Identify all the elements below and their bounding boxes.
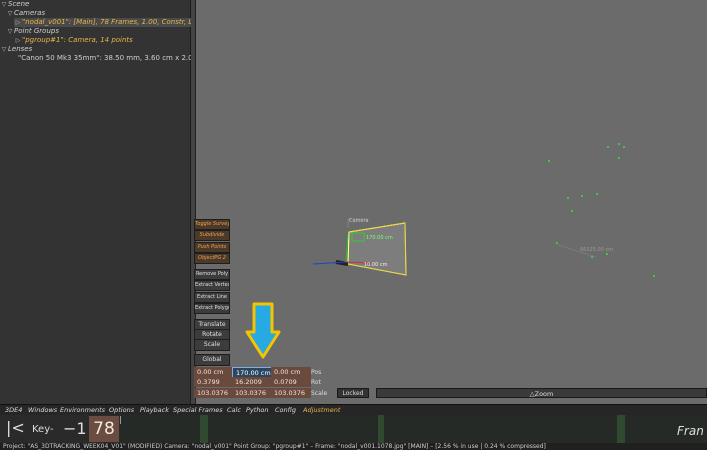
go-to-start-button[interactable]: |<: [6, 418, 25, 437]
menu-environments[interactable]: Environments: [60, 406, 105, 415]
menu-python[interactable]: Python: [246, 406, 269, 415]
rot-y-field[interactable]: 16.2009: [232, 377, 272, 387]
expand-triangle-icon[interactable]: ▽: [0, 45, 8, 54]
pos-z-field[interactable]: 0.00 cm: [271, 367, 311, 377]
menu-calc[interactable]: Calc: [227, 406, 241, 415]
tree-item-camera-nodal[interactable]: ▷ "nodal_v001": [Main], 78 Frames, 1.00, …: [14, 18, 205, 27]
collapsed-triangle-icon[interactable]: ▷: [14, 36, 22, 45]
keyframe-marker: [378, 415, 384, 443]
pos-x-field[interactable]: 0.00 cm: [194, 367, 233, 377]
tree-row-cameras[interactable]: ▽ Cameras: [6, 9, 197, 18]
tree-row-scene[interactable]: ▽ Scene: [0, 0, 191, 9]
expand-triangle-icon[interactable]: ▽: [6, 27, 14, 36]
menu-config[interactable]: Config: [275, 406, 296, 415]
tree-row-lenses[interactable]: ▽ Lenses: [0, 45, 191, 54]
frame-label: Fran: [677, 424, 704, 438]
camera-label: Camera: [349, 218, 369, 224]
menu-bar: 3DE4 Windows Environments Options Playba…: [0, 404, 707, 415]
menu-windows[interactable]: Windows: [28, 406, 57, 415]
object-pg-button[interactable]: ObjectPG 2: [194, 253, 230, 264]
menu-playback[interactable]: Playback: [140, 406, 169, 415]
remove-poly-button[interactable]: Remove Poly: [194, 269, 230, 280]
dimension-label-pos: 170.00 cm: [366, 235, 393, 241]
prev-key-button[interactable]: Key-: [32, 424, 54, 435]
pos-row-label: Pos: [311, 369, 322, 376]
expand-triangle-icon[interactable]: ▽: [0, 0, 8, 9]
extract-vertex-button[interactable]: Extract Vertex: [194, 280, 230, 291]
current-frame-field[interactable]: 78: [89, 416, 119, 442]
push-points-button[interactable]: Push Points: [194, 242, 230, 253]
dimension-label-far: 66325.00 cm: [580, 247, 613, 253]
keyframe-marker: [200, 415, 208, 443]
toggle-survey-button[interactable]: Toggle Survey: [194, 219, 230, 230]
scale-button[interactable]: Scale: [194, 339, 230, 351]
scale-x-field[interactable]: 103.0376: [194, 388, 233, 398]
tree-row-point-groups[interactable]: ▽ Point Groups: [6, 27, 197, 36]
point-cloud[interactable]: [548, 143, 655, 277]
zoom-slider[interactable]: △Zoom: [376, 388, 707, 398]
global-button[interactable]: Global: [194, 354, 230, 366]
playhead[interactable]: [120, 416, 121, 424]
scale-y-field[interactable]: 103.0376: [232, 388, 272, 398]
scene-tree-panel: ▽ Scene ▽ Cameras ▷ "nodal_v001": [Main], 7…: [0, 0, 209, 404]
menu-options[interactable]: Options: [109, 406, 134, 415]
locked-toggle[interactable]: Locked: [337, 388, 369, 398]
tree-item-lens[interactable]: "Canon 50 Mk3 35mm": 38.50 mm, 3.60 cm x…: [18, 54, 209, 63]
subdivide-button[interactable]: Subdivide: [194, 230, 230, 241]
camera-frustum[interactable]: [312, 218, 407, 276]
rot-z-field[interactable]: 0.0709: [271, 377, 311, 387]
scale-z-field[interactable]: 103.0376: [271, 388, 311, 398]
dimension-label-near: 10.00 cm: [364, 262, 388, 268]
extract-polygon-button[interactable]: Extract Polygon: [194, 303, 230, 314]
expand-triangle-icon[interactable]: ▽: [6, 9, 14, 18]
extract-line-button[interactable]: Extract Line: [194, 292, 230, 303]
rot-row-label: Rot: [311, 379, 321, 386]
arrow-down-icon: [245, 302, 281, 359]
scale-row-label: Scale: [311, 390, 328, 397]
status-bar: Project: "AS_3DTRACKING_WEEK04_V01" (MOD…: [0, 443, 707, 450]
menu-special-frames[interactable]: Special Frames: [173, 406, 223, 415]
step-back-button[interactable]: −1: [63, 419, 87, 438]
collapsed-triangle-icon[interactable]: ▷: [14, 18, 22, 27]
menu-adjustment[interactable]: Adjustment: [303, 406, 340, 415]
menu-3de4[interactable]: 3DE4: [5, 406, 22, 415]
keyframe-marker: [617, 415, 625, 443]
tree-item-pgroup[interactable]: ▷ "pgroup#1": Camera, 14 points: [14, 36, 205, 45]
rot-x-field[interactable]: 0.3799: [194, 377, 233, 387]
